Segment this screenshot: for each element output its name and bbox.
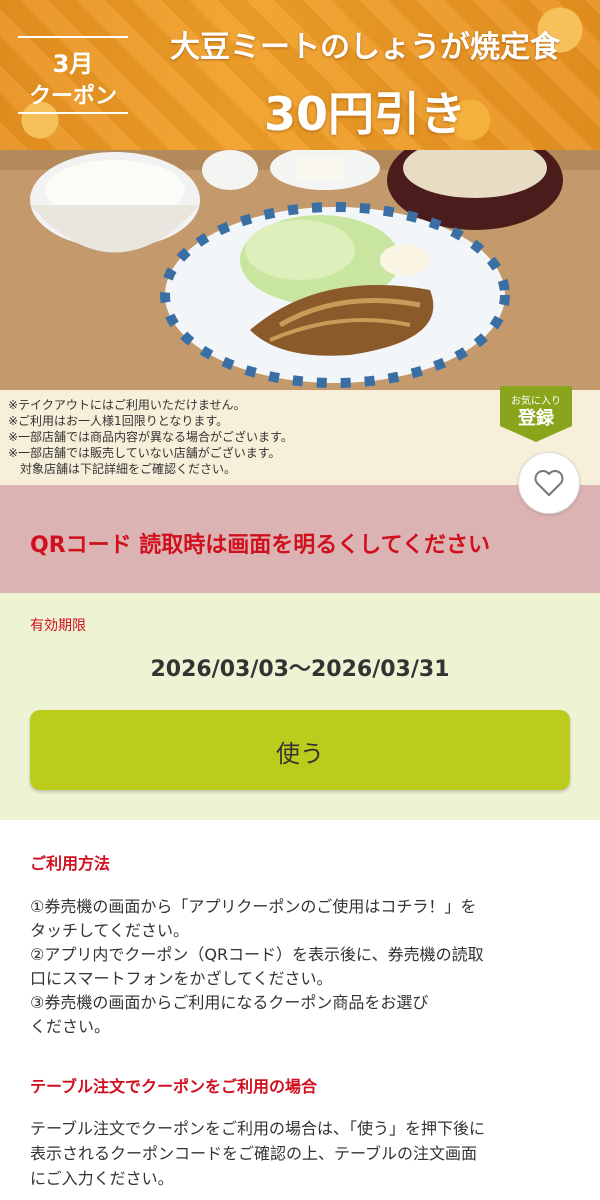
note-line: ※一部店舗では販売していない店舗がございます。 [8, 446, 281, 460]
favorite-badge-text: 登録 [518, 408, 554, 429]
coupon-discount: 30円引き [263, 87, 466, 141]
usage-line: ③券売機の画面からご利用になるクーポン商品をお選び [30, 993, 429, 1012]
alert-message: QRコード 読取時は画面を明るくしてください [30, 533, 490, 558]
heart-icon [534, 470, 564, 496]
usage-line: タッチしてください。 [30, 921, 190, 940]
coupon-month-label: 3月 クーポン [18, 36, 128, 116]
use-button-label: 使う [276, 740, 324, 768]
usage-title: ご利用方法 [30, 854, 111, 873]
validity-label: 有効期限 [30, 618, 86, 634]
table-order-line: 表示されるクーポンコードをご確認の上、テーブルの注文画面 [30, 1144, 478, 1163]
usage-line: ください。 [30, 1017, 111, 1036]
brightness-alert: QRコード 読取時は画面を明るくしてください [0, 485, 600, 593]
use-button[interactable]: 使う [30, 710, 570, 790]
usage-line: ②アプリ内でクーポン（QRコード）を表示後に、券売機の読取 [30, 945, 484, 964]
coupon-title: 大豆ミートのしょうが焼定食 [170, 30, 560, 65]
note-line: ※テイクアウトにはご利用いただけません。 [8, 398, 246, 412]
divider [18, 36, 128, 38]
food-photo [0, 150, 600, 390]
note-line: ※一部店舗では商品内容が異なる場合がございます。 [8, 430, 293, 444]
validity-dates: 2026/03/03～2026/03/31 [150, 657, 450, 682]
coupon-banner: 3月 クーポン 大豆ミートのしょうが焼定食 30円引き [0, 0, 600, 150]
coupon-word: クーポン [28, 84, 117, 109]
validity-section: 有効期限 2026/03/03～2026/03/31 使う [0, 593, 600, 820]
coupon-month: 3月 [52, 50, 94, 78]
favorite-register-badge[interactable]: お気に入り 登録 [500, 386, 572, 442]
table-order-line: にご入力ください。 [30, 1169, 174, 1188]
table-order-title: テーブル注文でクーポンをご利用の場合 [30, 1077, 318, 1096]
table-order-line: テーブル注文でクーポンをご利用の場合は、「使う」を押下後に [30, 1119, 486, 1138]
note-line: 対象店舗は下記詳細をご確認ください。 [8, 462, 237, 476]
note-line: ※ご利用はお一人様1回限りとなります。 [8, 414, 229, 428]
divider [18, 112, 128, 114]
usage-line: ①券売機の画面から「アプリクーポンのご使用はコチラ！」を [30, 897, 477, 916]
favorite-button[interactable] [518, 452, 580, 514]
usage-line: 口にスマートフォンをかざしてください。 [30, 969, 333, 988]
